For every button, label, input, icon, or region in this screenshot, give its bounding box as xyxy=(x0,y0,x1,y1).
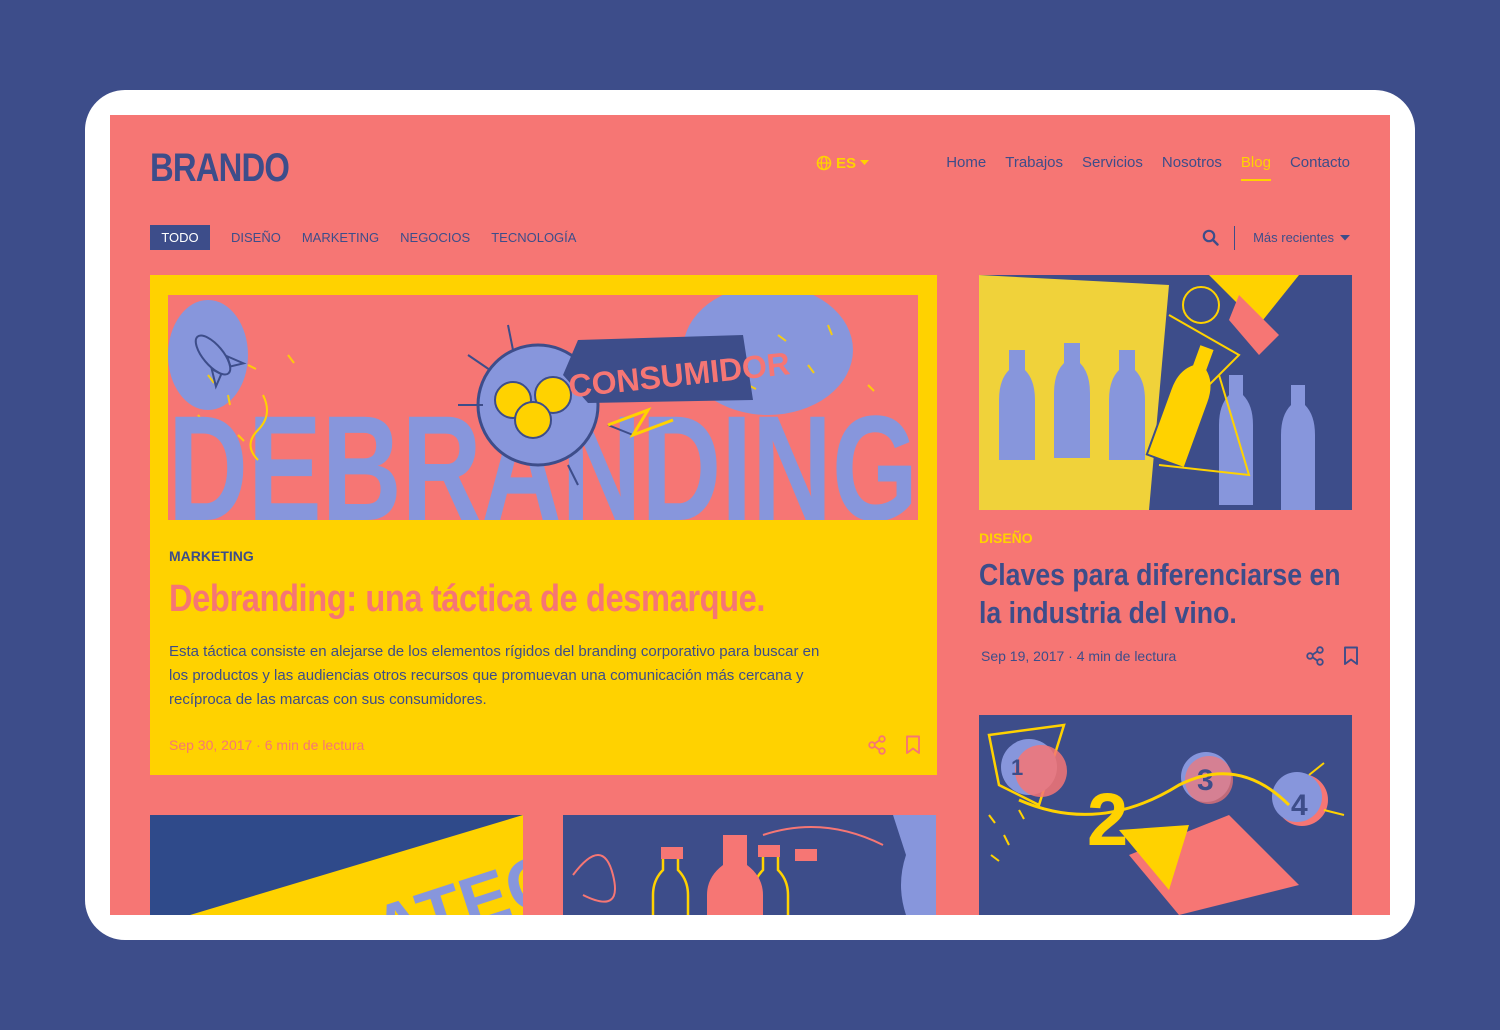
nav-item-servicios[interactable]: Servicios xyxy=(1082,153,1143,173)
brand-logo[interactable]: BRANDO xyxy=(150,148,290,188)
nav-item-blog[interactable]: Blog xyxy=(1240,153,1271,181)
article-meta-row: Sep 30, 2017 · 6 min de lectura xyxy=(169,735,921,755)
image-number-2: 2 xyxy=(1087,778,1128,861)
article-meta: Sep 30, 2017 · 6 min de lectura xyxy=(169,737,365,753)
image-number-4: 4 xyxy=(1291,789,1308,822)
filter-negocios[interactable]: NEGOCIOS xyxy=(400,230,470,245)
tools-divider xyxy=(1234,225,1236,250)
featured-article-card[interactable]: DEBRANDING CONSUMIDOR xyxy=(150,275,937,775)
article-actions xyxy=(867,735,921,755)
article-title[interactable]: Debranding: una táctica de desmarque. xyxy=(169,578,766,621)
nav-item-contacto[interactable]: Contacto xyxy=(1290,153,1350,173)
bookmark-icon[interactable] xyxy=(905,735,921,755)
filter-marketing[interactable]: MARKETING xyxy=(302,230,379,245)
filter-diseno[interactable]: DISEÑO xyxy=(231,230,281,245)
filter-tecnologia[interactable]: TECNOLOGÍA xyxy=(491,230,576,245)
image-number-3: 3 xyxy=(1197,764,1214,797)
nav-item-nosotros[interactable]: Nosotros xyxy=(1162,153,1222,173)
side-article-2-image[interactable]: 1 2 3 4 xyxy=(979,715,1352,915)
bottom-article-2-image[interactable] xyxy=(563,815,936,915)
side-article-image[interactable] xyxy=(979,275,1352,510)
caret-down-icon xyxy=(860,160,870,165)
article-title[interactable]: Claves para diferenciarse en la industri… xyxy=(979,556,1349,632)
nav-item-trabajos[interactable]: Trabajos xyxy=(1005,153,1063,173)
list-tools: Más recientes xyxy=(1202,225,1350,250)
caret-down-icon xyxy=(1340,234,1350,240)
sort-dropdown[interactable]: Más recientes xyxy=(1253,230,1350,245)
category-filters: TODO DISEÑO MARKETING NEGOCIOS TECNOLOGÍ… xyxy=(150,225,576,250)
bottom-article-1-image[interactable]: ESTRATEGIA xyxy=(150,815,523,915)
bookmark-icon[interactable] xyxy=(1343,646,1359,666)
filter-todo[interactable]: TODO xyxy=(150,225,210,250)
article-meta: Sep 19, 2017 · 4 min de lectura xyxy=(981,648,1177,664)
article-actions xyxy=(1305,646,1359,666)
article-category[interactable]: MARKETING xyxy=(169,548,254,564)
main-nav: Home Trabajos Servicios Nosotros Blog Co… xyxy=(946,153,1350,181)
article-excerpt: Esta táctica consiste en alejarse de los… xyxy=(169,643,820,708)
image-number-1: 1 xyxy=(1011,755,1023,780)
search-icon[interactable] xyxy=(1202,229,1219,246)
browser-screen: BRANDO ES Home Trabajos Servicios Nosotr… xyxy=(110,115,1390,915)
language-selector[interactable]: ES xyxy=(816,153,870,173)
article-category[interactable]: DISEÑO xyxy=(979,530,1352,546)
side-article-card[interactable]: DISEÑO Claves para diferenciarse en la i… xyxy=(979,275,1358,666)
article-meta-row: Sep 19, 2017 · 4 min de lectura xyxy=(979,646,1359,666)
language-code: ES xyxy=(836,154,857,172)
nav-item-home[interactable]: Home xyxy=(946,153,986,173)
share-icon[interactable] xyxy=(867,735,887,755)
globe-icon xyxy=(816,155,832,171)
sort-label: Más recientes xyxy=(1253,230,1334,245)
featured-article-image[interactable]: DEBRANDING CONSUMIDOR xyxy=(168,295,918,520)
share-icon[interactable] xyxy=(1305,646,1325,666)
